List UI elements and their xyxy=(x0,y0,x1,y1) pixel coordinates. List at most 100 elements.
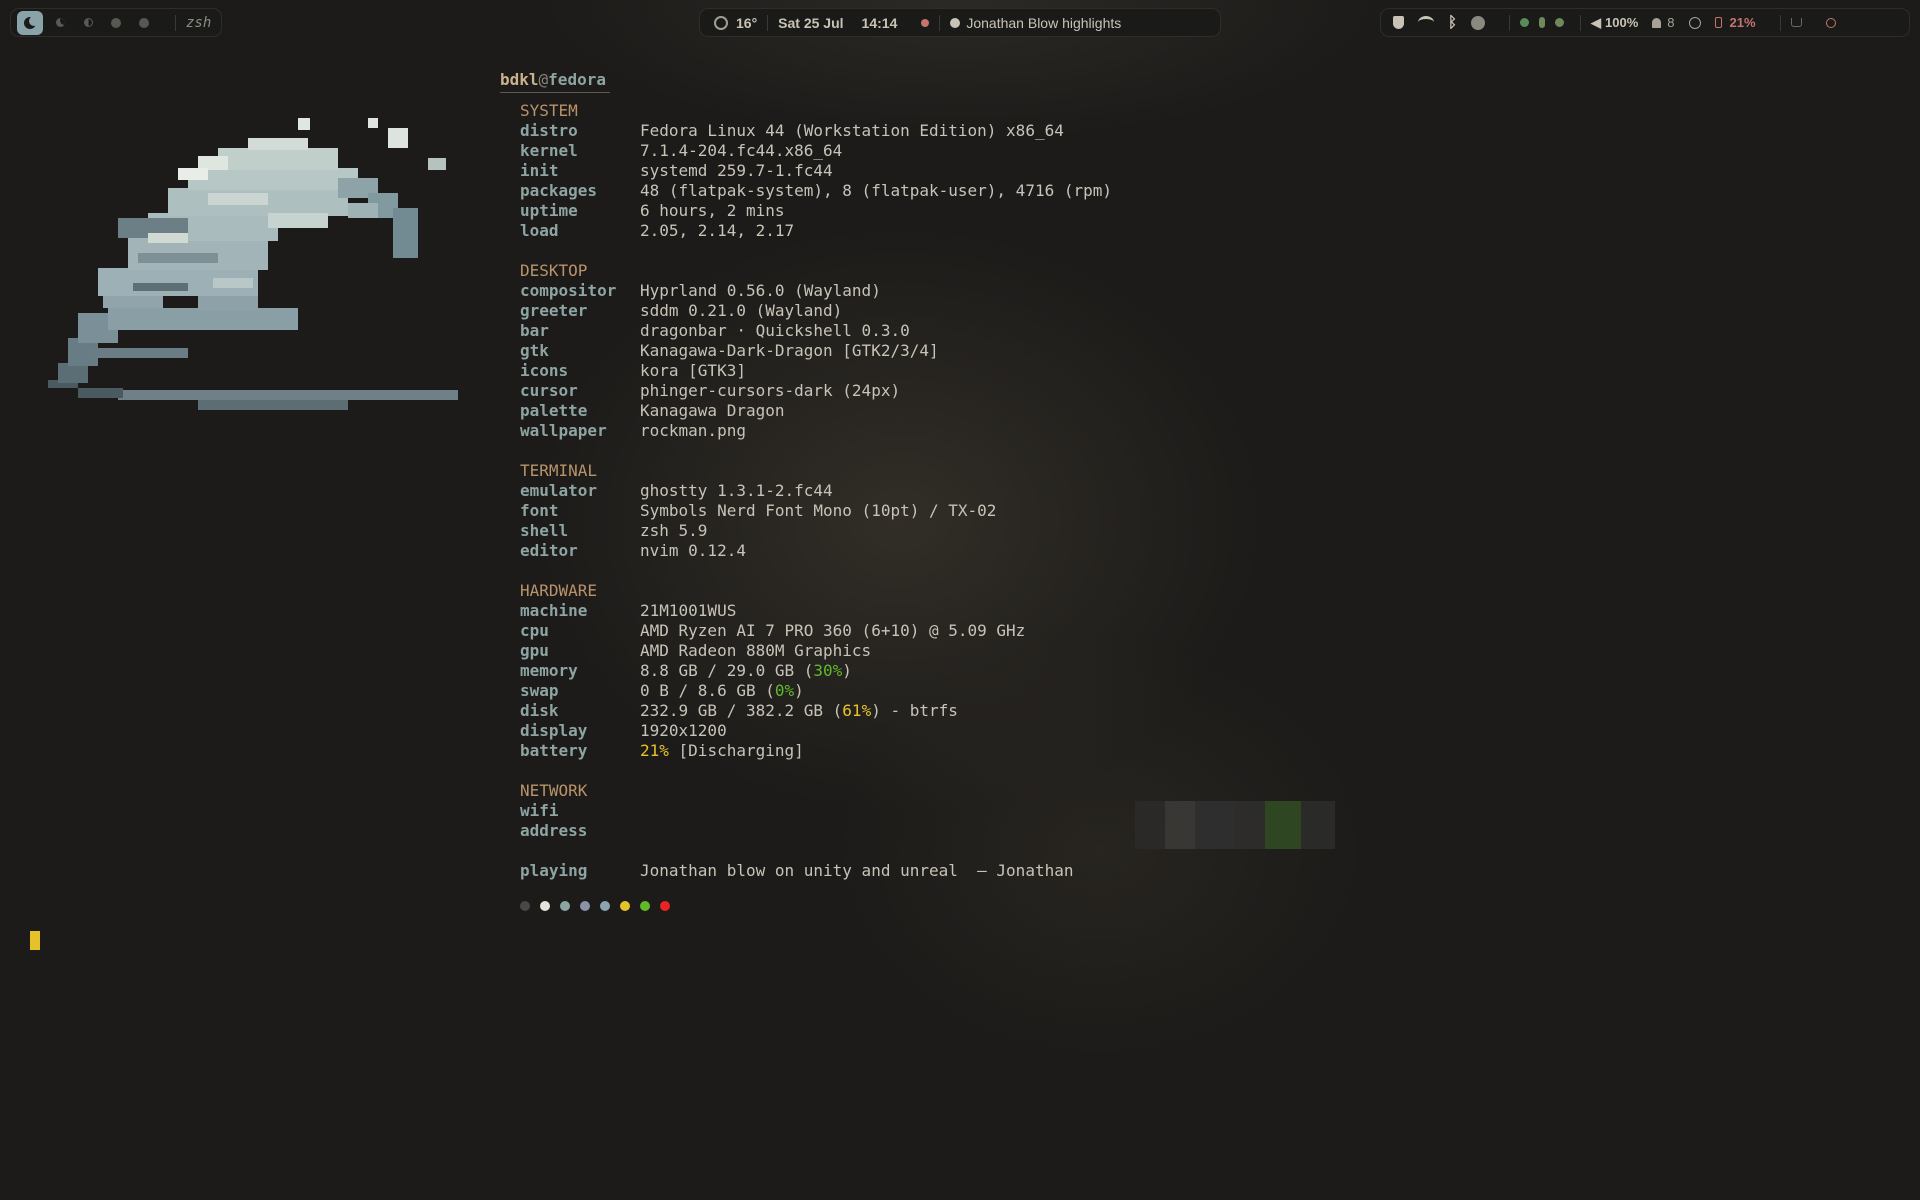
fetch-value: Jonathan blow on unity and unreal — Jona… xyxy=(640,861,1074,880)
idle-inhibit-button[interactable] xyxy=(1688,16,1701,29)
workspace-4-button[interactable] xyxy=(109,16,123,30)
section-heading-terminal: TERMINAL xyxy=(520,461,598,480)
fetch-key: packages xyxy=(520,181,598,200)
weather-temp: 16° xyxy=(736,14,758,31)
fetch-key: battery xyxy=(520,741,588,760)
time-label: 14:14 xyxy=(861,14,898,31)
fetch-row-load: load 2.05, 2.14, 2.17 xyxy=(500,221,1112,241)
fetch-value: phinger-cursors-dark (24px) xyxy=(640,381,901,400)
fetch-row-uptime: uptime 6 hours, 2 mins xyxy=(500,201,1112,221)
circle-icon xyxy=(111,17,121,28)
fetch-value: 7.1.4-204.fc44.x86_64 xyxy=(640,141,843,160)
fetch-row-packages: packages 48 (flatpak-system), 8 (flatpak-… xyxy=(500,181,1112,201)
disk-usage: 232.9 GB / 382.2 GB ( xyxy=(640,701,843,720)
user-host-title: bdkl @ fedora xyxy=(500,70,1112,90)
fetch-row-battery: battery 21% [Discharging] xyxy=(500,741,1112,761)
fetch-value: 6 hours, 2 mins xyxy=(640,201,785,220)
fetch-key: palette xyxy=(520,401,588,420)
fetch-key: playing xyxy=(520,861,588,880)
divider xyxy=(1779,14,1781,31)
palette-swatch xyxy=(620,901,630,911)
fetch-value: Fedora Linux 44 (Workstation Edition) x8… xyxy=(640,121,1064,140)
fetch-row-font: font Symbols Nerd Font Mono (10pt) / TX-0… xyxy=(500,501,1112,521)
fetch-row-disk: disk 232.9 GB / 382.2 GB (61%) - btrfs xyxy=(500,701,1112,721)
network-section: wifi address xyxy=(500,801,1335,849)
fetch-key: address xyxy=(520,821,588,840)
memory-indicator[interactable] xyxy=(1555,18,1565,27)
system-tray: ᛒ ◀ 100% 8 21% xyxy=(1380,8,1910,37)
caffeine-button[interactable] xyxy=(1790,18,1802,27)
bluetooth-icon: ᛒ xyxy=(1448,14,1458,31)
fetch-value: 232.9 GB / 382.2 GB (61%) - btrfs xyxy=(640,701,958,721)
fetch-row-bar: bar dragonbar · Quickshell 0.3.0 xyxy=(500,321,1112,341)
vpn-icon xyxy=(1471,15,1486,30)
memory-percent: 30% xyxy=(813,661,843,680)
media-widget[interactable]: Jonathan Blow highlights xyxy=(950,15,1121,31)
terminal-section: emulator ghostty 1.3.1-2.fc44 font Symbols … xyxy=(500,481,1112,561)
weather-widget[interactable]: 16° xyxy=(714,15,757,31)
fetch-row-swap: swap 0 B / 8.6 GB (0%) xyxy=(500,681,1112,701)
vpn-button[interactable] xyxy=(1471,15,1486,30)
clock-widget[interactable]: Sat 25 Jul 14:14 xyxy=(778,15,897,31)
fetch-key: display xyxy=(520,721,588,740)
security-button[interactable] xyxy=(1393,16,1404,29)
username: bdkl xyxy=(500,70,539,89)
redacted-network-info xyxy=(1135,801,1335,849)
fetch-value: rockman.png xyxy=(640,421,746,440)
swap-usage: 0 B / 8.6 GB ( xyxy=(640,681,775,700)
bell-icon xyxy=(1652,17,1662,28)
fetch-key: greeter xyxy=(520,301,588,320)
shield-icon xyxy=(1393,16,1404,29)
fetch-row-gpu: gpu AMD Radeon 880M Graphics xyxy=(500,641,1112,661)
section-heading-hardware: HARDWARE xyxy=(520,581,598,600)
half-moon-icon xyxy=(83,18,93,27)
fetch-row-machine: machine 21M1001WUS xyxy=(500,601,1112,621)
fetch-value: 21M1001WUS xyxy=(640,601,737,620)
battery-widget[interactable]: 21% xyxy=(1714,15,1756,30)
battery-icon xyxy=(1714,17,1722,28)
fetch-value: 48 (flatpak-system), 8 (flatpak-user), 4… xyxy=(640,181,1113,200)
fetch-row-playing: playing Jonathan blow on unity and unreal… xyxy=(500,861,1112,881)
fetch-key: shell xyxy=(520,521,569,540)
temperature-indicator[interactable] xyxy=(1539,17,1546,28)
palette-swatch xyxy=(560,901,570,911)
fetch-key: bar xyxy=(520,321,549,340)
fetch-value: Kanagawa Dragon xyxy=(640,401,785,420)
distro-logo-art xyxy=(48,118,458,410)
fetch-value: 2.05, 2.14, 2.17 xyxy=(640,221,795,240)
notifications-widget[interactable]: 8 xyxy=(1652,15,1675,30)
workspace-3-button[interactable] xyxy=(81,16,95,30)
fetch-row-editor: editor nvim 0.12.4 xyxy=(500,541,1112,561)
fetch-key: memory xyxy=(520,661,578,680)
workspace-switcher: zsh xyxy=(10,8,222,37)
workspace-2-button[interactable] xyxy=(53,16,67,30)
fetch-row-cursor: cursor phinger-cursors-dark (24px) xyxy=(500,381,1112,401)
fetch-row-wifi: wifi xyxy=(500,801,1112,821)
fetch-value: zsh 5.9 xyxy=(640,521,708,540)
fetch-output: bdkl @ fedora SYSTEM distro Fedora Linux 44… xyxy=(500,70,1335,911)
cpu-indicator[interactable] xyxy=(1520,18,1530,27)
palette-swatch xyxy=(660,901,670,911)
memory-icon xyxy=(1555,18,1565,27)
workspace-5-button[interactable] xyxy=(137,16,151,30)
battery-label: 21% xyxy=(1729,15,1756,30)
wifi-button[interactable] xyxy=(1418,16,1434,29)
fetch-value: dragonbar · Quickshell 0.3.0 xyxy=(640,321,910,340)
palette-swatch xyxy=(540,901,550,911)
bluetooth-button[interactable]: ᛒ xyxy=(1448,14,1457,31)
volume-widget[interactable]: ◀ 100% xyxy=(1591,15,1638,31)
fetch-value: AMD Ryzen AI 7 PRO 360 (6+10) @ 5.09 GHz xyxy=(640,621,1026,640)
fetch-value: sddm 0.21.0 (Wayland) xyxy=(640,301,843,320)
fetch-row-compositor: compositor Hyprland 0.56.0 (Wayland) xyxy=(500,281,1112,301)
fetch-value: systemd 259.7-1.fc44 xyxy=(640,161,833,180)
divider xyxy=(939,14,941,31)
workspace-1-button[interactable] xyxy=(17,10,43,35)
fetch-row-init: init systemd 259.7-1.fc44 xyxy=(500,161,1112,181)
title-underline xyxy=(500,92,610,93)
fetch-key: load xyxy=(520,221,559,240)
recording-indicator-icon[interactable] xyxy=(921,18,930,27)
fetch-key: disk xyxy=(520,701,559,720)
power-icon xyxy=(1825,17,1836,28)
power-button[interactable] xyxy=(1825,17,1836,28)
divider xyxy=(1580,14,1582,31)
